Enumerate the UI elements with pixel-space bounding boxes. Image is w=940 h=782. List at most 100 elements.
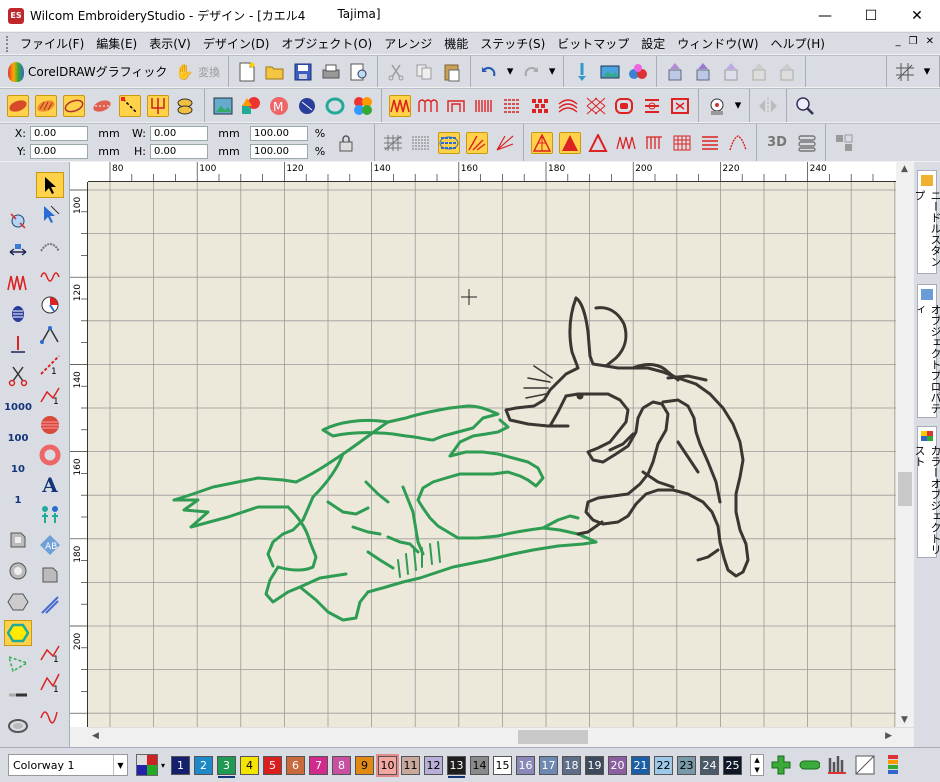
- scale-x-field[interactable]: 100.00: [250, 126, 308, 141]
- scissors-icon[interactable]: [4, 363, 32, 389]
- applique-icon[interactable]: [296, 95, 318, 117]
- add-color-icon[interactable]: [770, 754, 792, 776]
- convert-button[interactable]: ✋ 変換: [171, 63, 224, 81]
- thread-chip-20[interactable]: 20: [608, 755, 628, 775]
- grid-fill-icon[interactable]: [671, 132, 693, 154]
- mdi-restore-button[interactable]: ❐: [909, 36, 918, 47]
- save-icon[interactable]: [292, 61, 314, 83]
- frog-embroidery[interactable]: [172, 404, 598, 622]
- triangle-tool-icon[interactable]: [4, 651, 32, 677]
- fill-stitch-icon[interactable]: [501, 95, 523, 117]
- menu-item-8[interactable]: ビットマップ: [551, 35, 635, 52]
- menu-item-5[interactable]: アレンジ: [378, 35, 438, 52]
- badge-icon[interactable]: [4, 301, 32, 327]
- zigzag-stitch-icon[interactable]: [389, 94, 411, 117]
- spacing-icon[interactable]: [4, 239, 32, 265]
- shape-outline-icon[interactable]: [36, 562, 64, 588]
- new-file-icon[interactable]: [236, 61, 258, 83]
- smooth-path-icon[interactable]: 1: [36, 640, 64, 666]
- scroll-right-icon[interactable]: ▶: [885, 731, 892, 741]
- sew-icon[interactable]: [4, 682, 32, 708]
- menu-item-4[interactable]: オブジェクト(O): [275, 35, 378, 52]
- effects-icon[interactable]: [706, 95, 728, 117]
- thread-chip-8[interactable]: 8: [332, 755, 352, 775]
- vertical-scroll-thumb[interactable]: [898, 472, 912, 506]
- wave-tool-icon[interactable]: [36, 262, 64, 288]
- select-arrow-icon[interactable]: [36, 172, 64, 198]
- thread-chip-2[interactable]: 2: [194, 755, 214, 775]
- step-1[interactable]: 1: [4, 487, 32, 513]
- show-needle-icon[interactable]: [571, 61, 593, 83]
- scroll-up-icon[interactable]: ▲: [901, 164, 908, 174]
- grid-toggle-icon[interactable]: [894, 61, 916, 83]
- 3d-view-icon[interactable]: 3D: [764, 132, 790, 154]
- cross-stitch-icon[interactable]: [529, 95, 551, 117]
- zoom-icon[interactable]: [794, 95, 816, 117]
- reshape-nodes-icon[interactable]: [4, 208, 32, 234]
- machine-upload-icon[interactable]: [664, 61, 686, 83]
- machine-send-icon[interactable]: [692, 61, 714, 83]
- thread-chip-15[interactable]: 15: [493, 755, 513, 775]
- zigzag-width-icon[interactable]: [4, 270, 32, 296]
- coreldraw-graphics-button[interactable]: CorelDRAWグラフィック: [4, 61, 171, 82]
- reshape-arrow-icon[interactable]: [36, 202, 64, 228]
- menu-item-1[interactable]: 編集(E): [90, 35, 143, 52]
- mirror-icon[interactable]: [757, 95, 779, 117]
- w-field[interactable]: 0.00: [150, 126, 208, 141]
- thread-spool-icon[interactable]: [798, 754, 821, 776]
- thread-chip-18[interactable]: 18: [562, 755, 582, 775]
- fish-icon[interactable]: [175, 95, 197, 117]
- chip-scroll-spinner[interactable]: ▲ ▼: [750, 754, 765, 776]
- lettering-tool[interactable]: A: [36, 472, 64, 498]
- team-names-icon[interactable]: [352, 95, 374, 117]
- thread-chip-25[interactable]: 25: [723, 755, 743, 775]
- hexagon-shape-icon[interactable]: [4, 589, 32, 615]
- palette-swatch-icon[interactable]: [136, 754, 158, 776]
- thread-chip-11[interactable]: 11: [401, 755, 421, 775]
- thread-chip-9[interactable]: 9: [355, 755, 375, 775]
- horizontal-scrollbar[interactable]: ◀ ▶: [88, 727, 914, 745]
- menu-item-9[interactable]: 設定: [635, 35, 671, 52]
- thread-chip-5[interactable]: 5: [263, 755, 283, 775]
- leaf-outline-icon[interactable]: [63, 94, 85, 117]
- grid-dropdown-icon[interactable]: ▾: [922, 61, 932, 83]
- ruler-corner[interactable]: [70, 162, 88, 182]
- closed-shape-icon[interactable]: [4, 527, 32, 553]
- thread-chip-3[interactable]: 3: [217, 755, 237, 778]
- thread-chip-10[interactable]: 10: [376, 753, 400, 777]
- step-stitch-icon[interactable]: [473, 95, 495, 117]
- rabbit-embroidery[interactable]: [504, 296, 750, 578]
- radial-stitch-icon[interactable]: [494, 132, 516, 154]
- frame-icon[interactable]: [324, 95, 346, 117]
- redo-icon[interactable]: [520, 61, 542, 83]
- colorway-select[interactable]: Colorway 1 ▼: [8, 754, 128, 776]
- maximize-button[interactable]: ☐: [848, 0, 894, 31]
- remove-color-icon[interactable]: [854, 754, 876, 776]
- menu-item-10[interactable]: ウィンドウ(W): [671, 35, 764, 52]
- colorway-dropdown-icon[interactable]: ▼: [113, 755, 127, 775]
- node-tool-icon[interactable]: [36, 322, 64, 348]
- undo-dropdown-icon[interactable]: ▾: [506, 61, 514, 83]
- redo-dropdown-icon[interactable]: ▾: [548, 61, 556, 83]
- fill-triangle-icon[interactable]: [559, 131, 581, 154]
- chip-scroll-up-icon[interactable]: ▲: [751, 755, 763, 765]
- thread-chip-22[interactable]: 22: [654, 755, 674, 775]
- hexagon-active-icon[interactable]: [4, 620, 32, 646]
- copy-icon[interactable]: [413, 61, 435, 83]
- monogram-tool-icon[interactable]: AB: [36, 532, 64, 558]
- scale-y-field[interactable]: 100.00: [250, 144, 308, 159]
- sharp-path-icon[interactable]: 1: [36, 670, 64, 696]
- fork-input-icon[interactable]: [147, 94, 169, 117]
- run-stitch-icon[interactable]: [410, 132, 432, 154]
- contour-stitch-icon[interactable]: [466, 131, 488, 154]
- wave-stitch-icon[interactable]: [557, 95, 579, 117]
- picture-icon[interactable]: [212, 95, 234, 117]
- diagonal-tool-icon[interactable]: [36, 592, 64, 618]
- menu-item-2[interactable]: 表示(V): [143, 35, 197, 52]
- machine-receive-icon[interactable]: [720, 61, 742, 83]
- align-icon[interactable]: [833, 132, 855, 154]
- motif-stitch-icon[interactable]: [613, 95, 635, 117]
- diamond-stitch-icon[interactable]: [585, 95, 607, 117]
- triangle-outline-icon[interactable]: [587, 132, 609, 154]
- circle-shape-icon[interactable]: [4, 558, 32, 584]
